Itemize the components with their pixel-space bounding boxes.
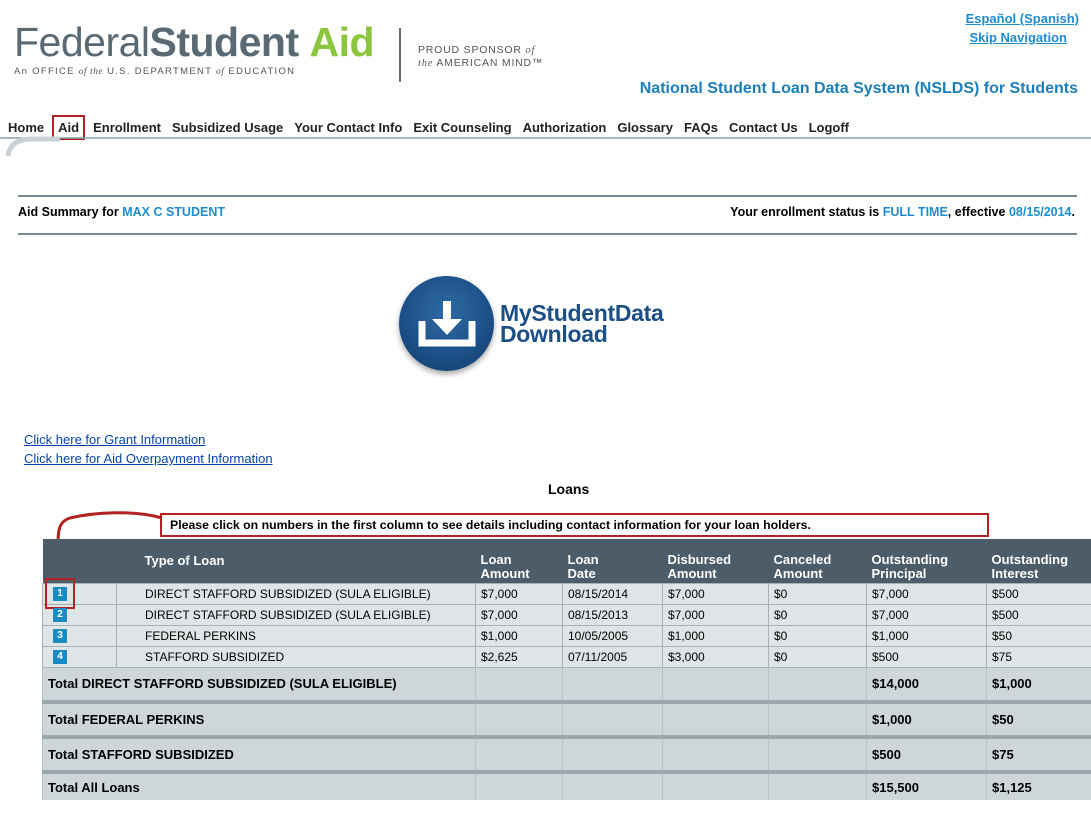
total-row: Total STAFFORD SUBSIDIZED $500 $75	[42, 736, 1091, 774]
total-principal: $500	[866, 736, 987, 774]
loan-type: FEDERAL PERKINS	[116, 624, 476, 647]
loan-number-link[interactable]: 1	[53, 586, 67, 601]
skip-navigation-link[interactable]: Skip Navigation	[969, 30, 1067, 45]
disbursed-amount: $7,000	[662, 582, 769, 605]
loan-type: DIRECT STAFFORD SUBSIDIZED (SULA ELIGIBL…	[116, 603, 476, 626]
loans-heading: Loans	[548, 481, 590, 497]
logo-aid: Aid	[309, 19, 375, 65]
loan-amount: $7,000	[475, 582, 563, 605]
mystudentdata-download-button[interactable]: MyStudentData Download	[399, 276, 664, 371]
student-name: MAX C STUDENT	[122, 205, 225, 219]
loan-amount: $7,000	[475, 603, 563, 626]
loan-number-highlight: 1	[45, 578, 75, 609]
nav-exit-counseling[interactable]: Exit Counseling	[412, 118, 512, 137]
header-outstanding-interest: Outstanding Interest	[986, 539, 1091, 583]
nav-contact-us[interactable]: Contact Us	[728, 118, 799, 137]
total-interest: $75	[986, 736, 1091, 774]
loan-date: 08/15/2014	[562, 582, 663, 605]
total-row: Total All Loans $15,500 $1,125	[42, 771, 1091, 800]
outstanding-principal: $7,000	[866, 603, 987, 626]
loans-table: Type of Loan Loan Amount Loan Date Disburs…	[42, 539, 1091, 800]
nav-authorization[interactable]: Authorization	[522, 118, 608, 137]
loan-instruction-callout: Please click on numbers in the first col…	[160, 513, 989, 537]
nav-logoff[interactable]: Logoff	[808, 118, 850, 137]
main-nav: Home Aid Enrollment Subsidized Usage You…	[0, 112, 1091, 143]
nav-subsidized-usage[interactable]: Subsidized Usage	[171, 118, 284, 137]
aid-overpayment-link[interactable]: Click here for Aid Overpayment Informati…	[24, 451, 273, 466]
logo-tagline: An OFFICE of the U.S. DEPARTMENT of EDUC…	[14, 66, 296, 77]
summary-top-rule	[18, 195, 1077, 197]
enrollment-status: Your enrollment status is FULL TIME, eff…	[730, 205, 1075, 219]
summary-bottom-rule	[18, 233, 1077, 235]
outstanding-interest: $500	[986, 582, 1091, 605]
download-icon	[399, 276, 494, 371]
loan-amount: $2,625	[475, 645, 563, 668]
fsa-logo: FederalStudent Aid An OFFICE of the U.S.…	[14, 19, 375, 78]
logo-divider	[399, 28, 401, 82]
header-disbursed-amount: Disbursed Amount	[662, 539, 769, 583]
nav-contact-info[interactable]: Your Contact Info	[293, 118, 403, 137]
loan-date: 08/15/2013	[562, 603, 663, 626]
disbursed-amount: $3,000	[662, 645, 769, 668]
logo-student: Student	[149, 19, 300, 65]
table-row: 1 DIRECT STAFFORD SUBSIDIZED (SULA ELIGI…	[42, 578, 1091, 609]
logo-federal: Federal	[14, 19, 150, 65]
canceled-amount: $0	[768, 603, 867, 626]
disbursed-amount: $1,000	[662, 624, 769, 647]
table-row: 4 STAFFORD SUBSIDIZED $2,625 07/11/2005 …	[42, 645, 1091, 668]
total-row: Total DIRECT STAFFORD SUBSIDIZED (SULA E…	[42, 666, 1091, 704]
spanish-language-link[interactable]: Español (Spanish)	[966, 11, 1079, 26]
sponsor-tagline: PROUD SPONSOR of the AMERICAN MIND™	[418, 44, 544, 69]
total-interest: $1,000	[986, 666, 1091, 704]
loan-number-link[interactable]: 3	[53, 628, 67, 643]
header-loan-amount: Loan Amount	[475, 539, 563, 583]
total-label: Total FEDERAL PERKINS	[42, 701, 476, 739]
canceled-amount: $0	[768, 645, 867, 668]
nav-glossary[interactable]: Glossary	[616, 118, 674, 137]
loan-number-link[interactable]: 4	[53, 649, 67, 664]
total-label: Total All Loans	[42, 771, 476, 800]
outstanding-interest: $50	[986, 624, 1091, 647]
total-interest: $1,125	[986, 771, 1091, 800]
outstanding-interest: $75	[986, 645, 1091, 668]
total-label: Total DIRECT STAFFORD SUBSIDIZED (SULA E…	[42, 666, 476, 704]
total-principal: $15,500	[866, 771, 987, 800]
loan-type: STAFFORD SUBSIDIZED	[116, 645, 476, 668]
header-outstanding-principal: Outstanding Principal	[866, 539, 987, 583]
header-number	[42, 539, 117, 583]
table-row: 3 FEDERAL PERKINS $1,000 10/05/2005 $1,0…	[42, 624, 1091, 647]
logo-wordmark: FederalStudent Aid	[14, 19, 375, 65]
header-canceled-amount: Canceled Amount	[768, 539, 867, 583]
loan-date: 10/05/2005	[562, 624, 663, 647]
total-principal: $14,000	[866, 666, 987, 704]
aid-summary-bar: Aid Summary for MAX C STUDENT Your enrol…	[18, 205, 1075, 219]
header-loan-date: Loan Date	[562, 539, 663, 583]
loan-date: 07/11/2005	[562, 645, 663, 668]
system-title: National Student Loan Data System (NSLDS…	[639, 80, 1078, 97]
nav-faqs[interactable]: FAQs	[683, 118, 719, 137]
nav-home[interactable]: Home	[7, 118, 45, 137]
outstanding-principal: $7,000	[866, 582, 987, 605]
loan-type: DIRECT STAFFORD SUBSIDIZED (SULA ELIGIBL…	[116, 582, 476, 605]
canceled-amount: $0	[768, 582, 867, 605]
disbursed-amount: $7,000	[662, 603, 769, 626]
loan-amount: $1,000	[475, 624, 563, 647]
table-row: 2 DIRECT STAFFORD SUBSIDIZED (SULA ELIGI…	[42, 603, 1091, 626]
loan-number-link[interactable]: 2	[53, 607, 67, 622]
loans-header-row: Type of Loan Loan Amount Loan Date Disburs…	[42, 539, 1091, 583]
header-type-of-loan: Type of Loan	[116, 539, 476, 583]
nav-enrollment[interactable]: Enrollment	[92, 118, 162, 137]
outstanding-interest: $500	[986, 603, 1091, 626]
outstanding-principal: $1,000	[866, 624, 987, 647]
grant-information-link[interactable]: Click here for Grant Information	[24, 432, 205, 447]
total-principal: $1,000	[866, 701, 987, 739]
mystudentdata-download-label: MyStudentData Download	[500, 299, 664, 347]
total-label: Total STAFFORD SUBSIDIZED	[42, 736, 476, 774]
total-row: Total FEDERAL PERKINS $1,000 $50	[42, 701, 1091, 739]
total-interest: $50	[986, 701, 1091, 739]
nav-aid[interactable]: Aid	[52, 115, 86, 140]
outstanding-principal: $500	[866, 645, 987, 668]
canceled-amount: $0	[768, 624, 867, 647]
